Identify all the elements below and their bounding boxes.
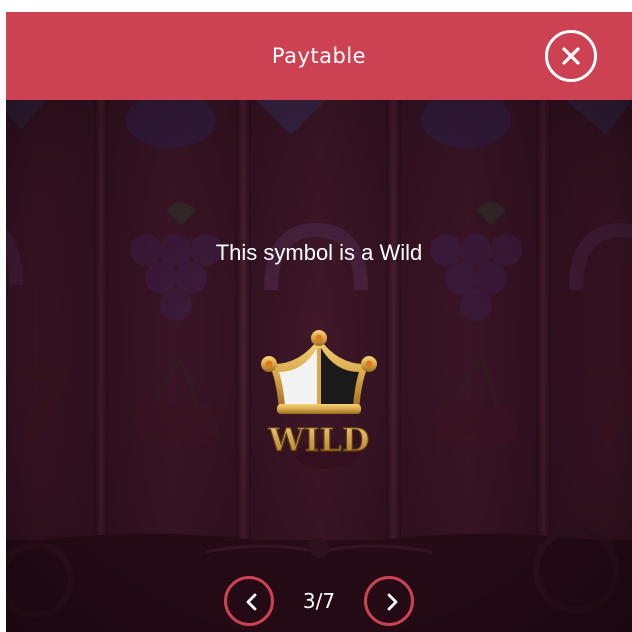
next-page-button[interactable] [364,576,414,626]
wild-crown-icon: WILD [261,330,377,460]
paytable-screen: 7 7 Paytable This symbol is a Wild [6,12,632,632]
close-button[interactable] [545,30,597,82]
header-title: Paytable [271,44,367,68]
wild-label: WILD [267,421,369,459]
page-indicator: 3/7 [302,589,336,613]
paytable-page: This symbol is a Wild WILD 3/7 [6,100,632,632]
symbol-description: This symbol is a Wild [215,240,423,265]
paytable-header: Paytable [6,12,632,100]
chevron-right-icon [387,593,398,611]
pagination: 3/7 [6,576,632,626]
close-icon [562,47,580,65]
previous-page-button[interactable] [224,576,274,626]
chevron-left-icon [246,593,257,611]
